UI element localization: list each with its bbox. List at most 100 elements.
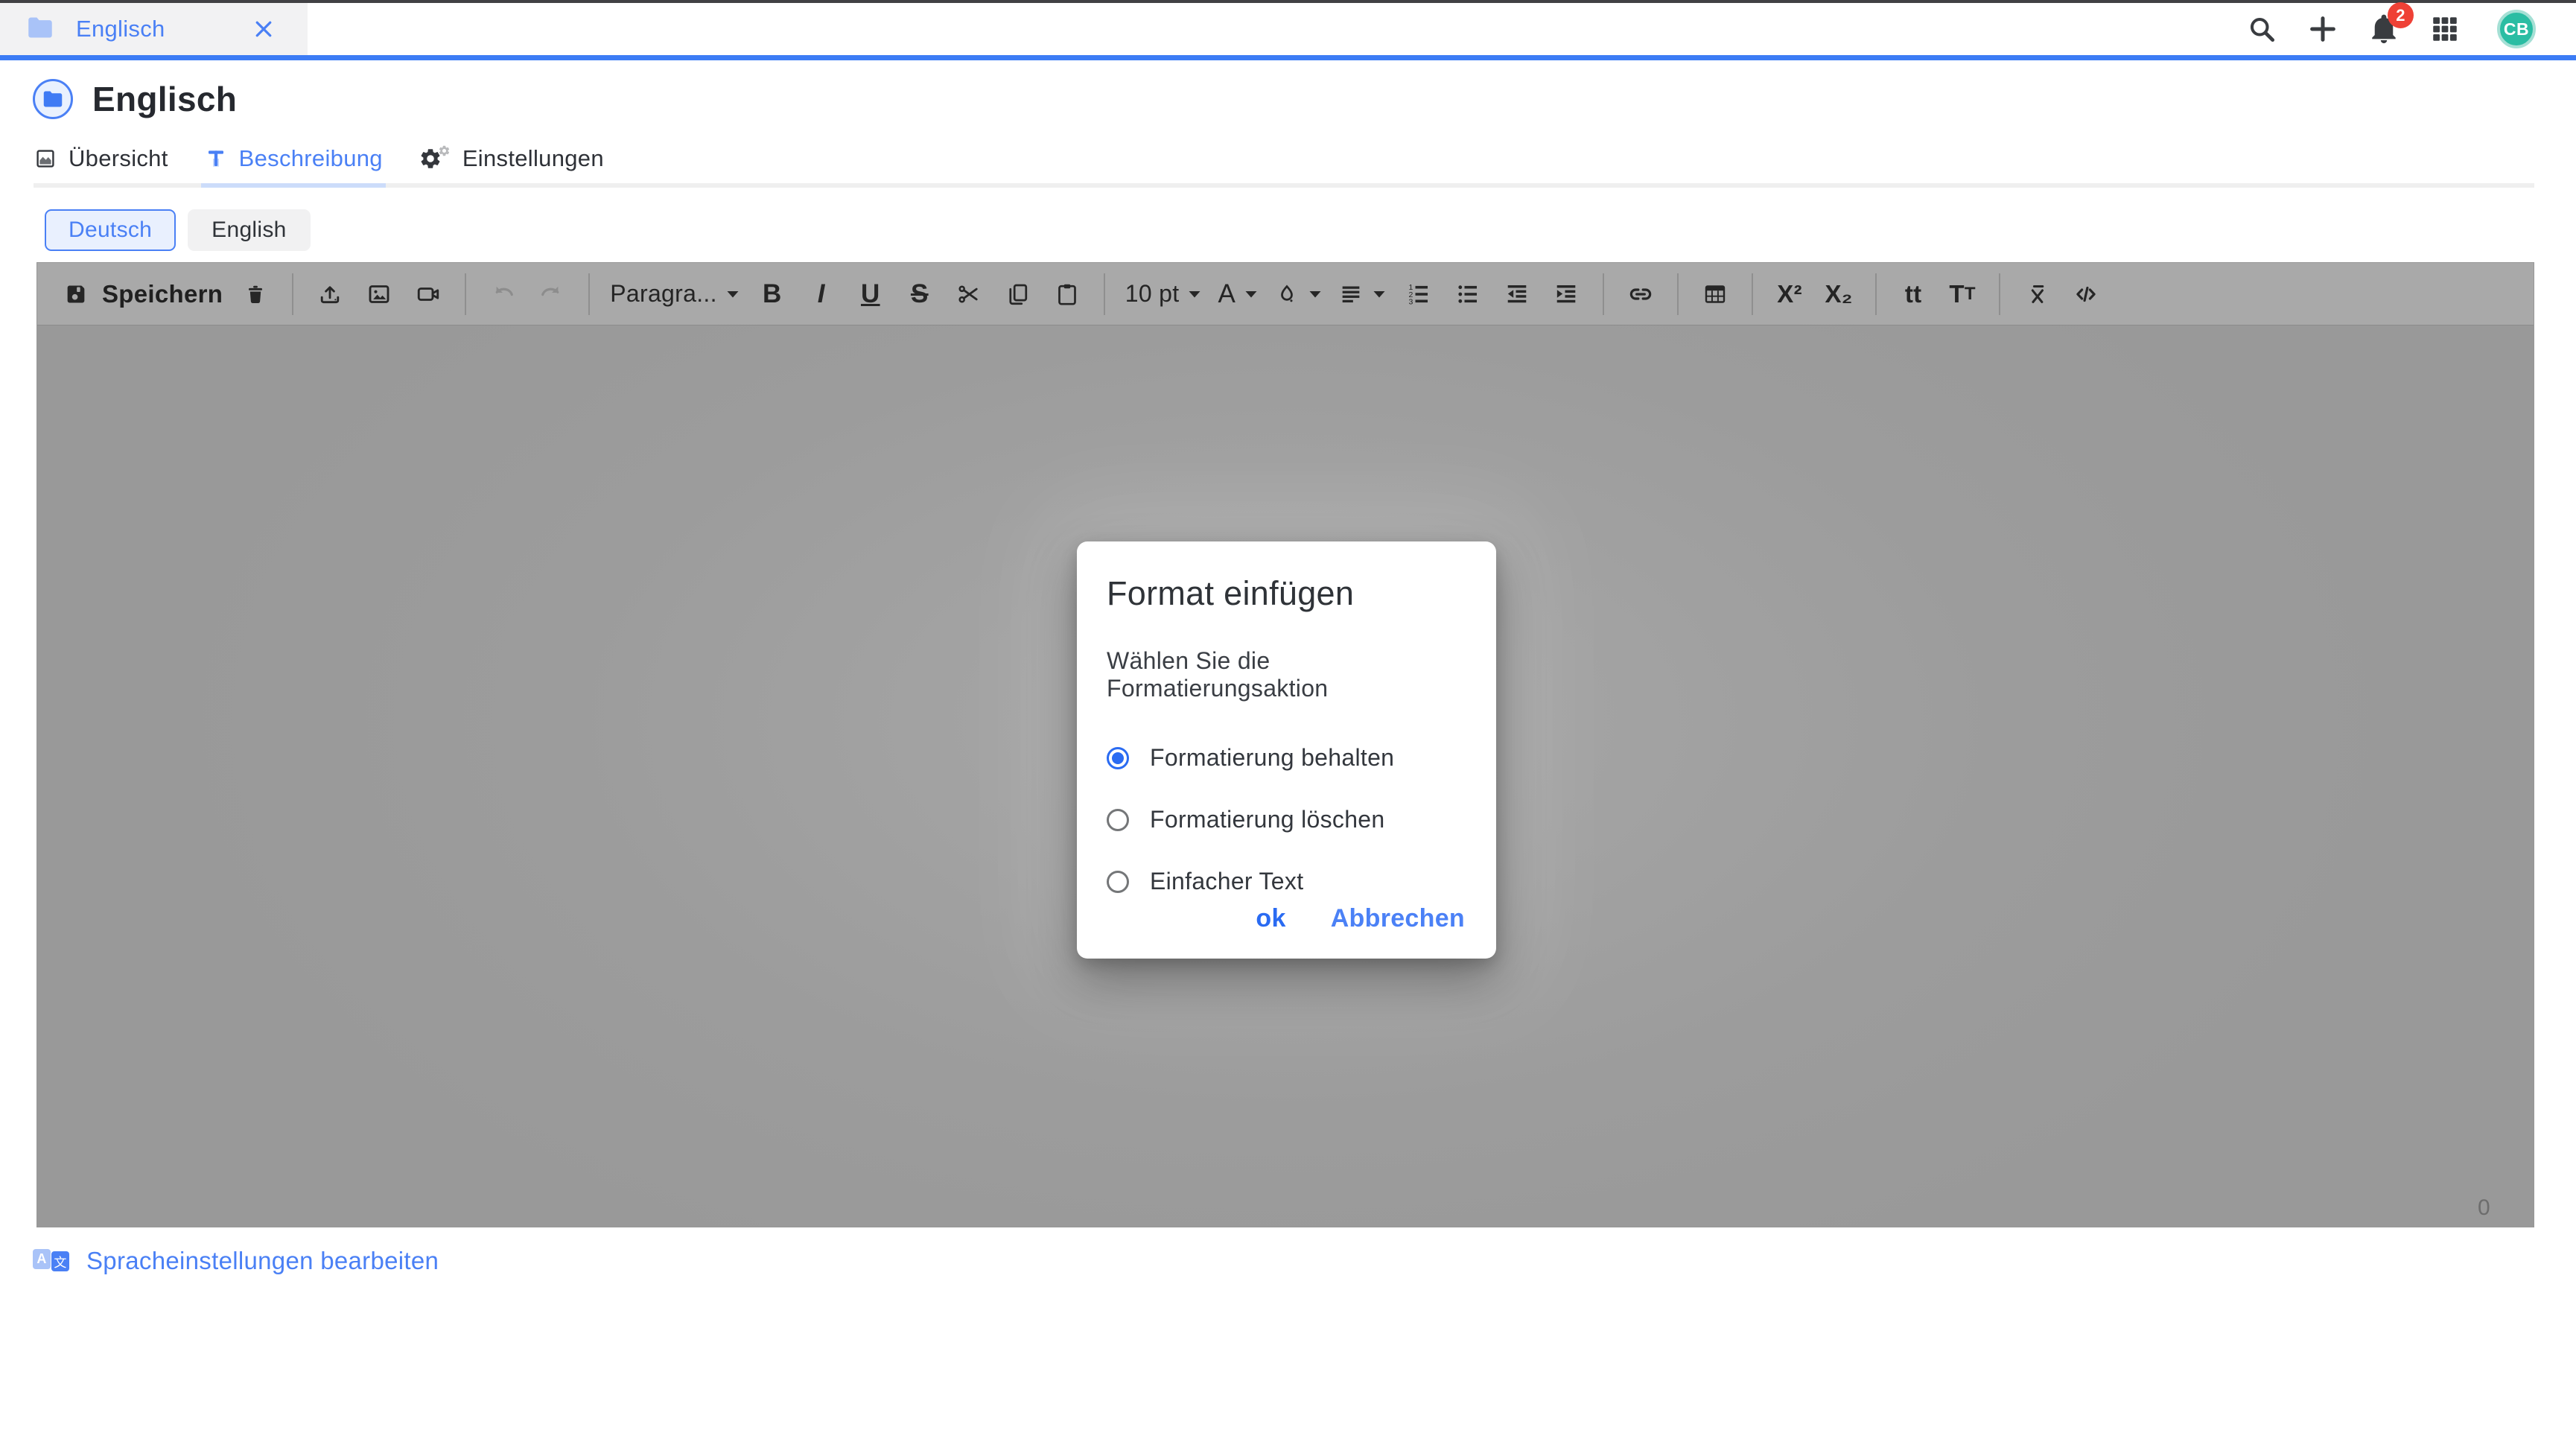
toolbar-separator bbox=[1752, 273, 1753, 315]
radio-option-clear-formatting[interactable]: Formatierung löschen bbox=[1107, 806, 1466, 833]
char-count: 0 bbox=[2478, 1195, 2490, 1221]
lang-tab-english[interactable]: English bbox=[188, 209, 311, 251]
lowercase-glyph: tt bbox=[1905, 280, 1922, 308]
outdent-icon bbox=[1504, 281, 1530, 308]
bold-button[interactable]: B bbox=[756, 271, 789, 317]
titlecase-glyph-2: T bbox=[1965, 284, 1976, 305]
redo-button[interactable] bbox=[535, 271, 568, 317]
nav-tab-uebersicht[interactable]: Übersicht bbox=[34, 144, 168, 173]
radio-icon[interactable] bbox=[1107, 747, 1129, 769]
radio-option-plain-text[interactable]: Einfacher Text bbox=[1107, 868, 1466, 895]
save-icon bbox=[63, 282, 89, 307]
cancel-button[interactable]: Abbrechen bbox=[1331, 904, 1465, 933]
radio-icon[interactable] bbox=[1107, 871, 1129, 893]
link-icon bbox=[1626, 280, 1655, 308]
save-button[interactable]: Speichern bbox=[63, 271, 223, 317]
strikethrough-glyph: S bbox=[911, 279, 929, 309]
clear-format-icon bbox=[2023, 281, 2050, 308]
font-size-select[interactable]: 10 pt bbox=[1125, 271, 1202, 317]
table-button[interactable] bbox=[1699, 271, 1731, 317]
lowercase-button[interactable]: tt bbox=[1897, 271, 1930, 317]
notification-badge: 2 bbox=[2388, 2, 2414, 28]
image-icon bbox=[366, 281, 392, 308]
paste-button[interactable] bbox=[1051, 271, 1084, 317]
radio-option-keep-formatting[interactable]: Formatierung behalten bbox=[1107, 744, 1466, 772]
radio-icon[interactable] bbox=[1107, 809, 1129, 831]
align-select[interactable] bbox=[1338, 271, 1386, 317]
radio-label: Formatierung behalten bbox=[1150, 744, 1394, 772]
chevron-down-icon bbox=[1373, 290, 1386, 299]
translate-icon: A 文 bbox=[33, 1248, 71, 1274]
folder-icon bbox=[42, 90, 63, 108]
video-button[interactable] bbox=[412, 271, 445, 317]
nav-tab-beschreibung[interactable]: Beschreibung bbox=[204, 144, 383, 173]
titlecase-button[interactable]: TT bbox=[1946, 271, 1979, 317]
clear-format-button[interactable] bbox=[2020, 271, 2053, 317]
strikethrough-button[interactable]: S bbox=[903, 271, 936, 317]
chevron-down-icon bbox=[1188, 290, 1201, 299]
video-camera-icon bbox=[415, 281, 442, 308]
tab-title: Englisch bbox=[76, 16, 165, 42]
italic-glyph: I bbox=[818, 279, 825, 309]
paste-format-dialog: Format einfügen Wählen Sie die Formatier… bbox=[1077, 541, 1496, 959]
fill-color-select[interactable] bbox=[1274, 271, 1322, 317]
toolbar-separator bbox=[1677, 273, 1679, 315]
subscript-button[interactable]: X₂ bbox=[1822, 271, 1855, 317]
tab-close-icon[interactable] bbox=[252, 18, 275, 40]
apps-grid-button[interactable] bbox=[2426, 10, 2464, 48]
superscript-glyph: X² bbox=[1777, 280, 1802, 308]
appbar: Englisch 2 CB bbox=[0, 3, 2576, 60]
code-icon bbox=[2072, 280, 2100, 308]
upload-button[interactable] bbox=[314, 271, 346, 317]
nav-tab-einstellungen[interactable]: Einstellungen bbox=[419, 144, 604, 173]
notifications-button[interactable]: 2 bbox=[2364, 10, 2403, 48]
paragraph-select[interactable]: Paragra... bbox=[610, 271, 740, 317]
ordered-list-icon: 123 bbox=[1405, 281, 1432, 308]
search-button[interactable] bbox=[2242, 10, 2281, 48]
image-button[interactable] bbox=[363, 271, 395, 317]
ink-drop-icon bbox=[1274, 282, 1300, 307]
link-button[interactable] bbox=[1624, 271, 1657, 317]
avatar[interactable]: CB bbox=[2497, 10, 2536, 48]
lang-tab-deutsch[interactable]: Deutsch bbox=[45, 209, 176, 251]
toolbar-separator bbox=[1104, 273, 1105, 315]
add-button[interactable] bbox=[2303, 10, 2342, 48]
chevron-down-icon bbox=[1308, 290, 1322, 299]
code-view-button[interactable] bbox=[2070, 271, 2102, 317]
delete-button[interactable] bbox=[239, 271, 272, 317]
toolbar-separator bbox=[292, 273, 293, 315]
undo-icon bbox=[489, 281, 516, 308]
ok-button[interactable]: ok bbox=[1256, 904, 1285, 933]
nav-tabs: Übersicht Beschreibung Einstellungen bbox=[34, 144, 2534, 188]
copy-button[interactable] bbox=[1002, 271, 1034, 317]
font-color-glyph: A bbox=[1218, 279, 1235, 309]
radio-label: Einfacher Text bbox=[1150, 868, 1303, 895]
ordered-list-button[interactable]: 123 bbox=[1402, 271, 1435, 317]
toolbar-separator bbox=[1999, 273, 2000, 315]
underline-button[interactable]: U bbox=[854, 271, 887, 317]
indent-button[interactable] bbox=[1550, 271, 1583, 317]
italic-button[interactable]: I bbox=[805, 271, 838, 317]
language-switch: Deutsch English bbox=[45, 209, 311, 251]
svg-text:3: 3 bbox=[1409, 297, 1413, 306]
page-header: Englisch bbox=[33, 79, 237, 119]
superscript-button[interactable]: X² bbox=[1773, 271, 1806, 317]
grid-icon bbox=[2429, 13, 2461, 45]
copy-icon bbox=[1005, 281, 1031, 308]
cut-button[interactable] bbox=[953, 271, 985, 317]
font-color-select[interactable]: A bbox=[1218, 271, 1258, 317]
page-folder-circle-icon bbox=[33, 79, 73, 119]
dialog-subtitle: Wählen Sie die Formatierungsaktion bbox=[1107, 647, 1466, 702]
format-options: Formatierung behalten Formatierung lösch… bbox=[1107, 744, 1466, 895]
appbar-actions: 2 CB bbox=[2242, 3, 2576, 55]
plus-icon bbox=[2306, 12, 2340, 46]
toolbar-separator bbox=[588, 273, 590, 315]
browser-tab[interactable]: Englisch bbox=[0, 3, 308, 55]
chevron-down-icon bbox=[726, 290, 740, 299]
bold-glyph: B bbox=[763, 279, 782, 309]
nav-tab-label: Beschreibung bbox=[239, 145, 383, 172]
language-settings-link[interactable]: A 文 Spracheinstellungen bearbeiten bbox=[33, 1247, 439, 1275]
outdent-button[interactable] bbox=[1501, 271, 1533, 317]
bullet-list-button[interactable] bbox=[1451, 271, 1484, 317]
undo-button[interactable] bbox=[486, 271, 519, 317]
